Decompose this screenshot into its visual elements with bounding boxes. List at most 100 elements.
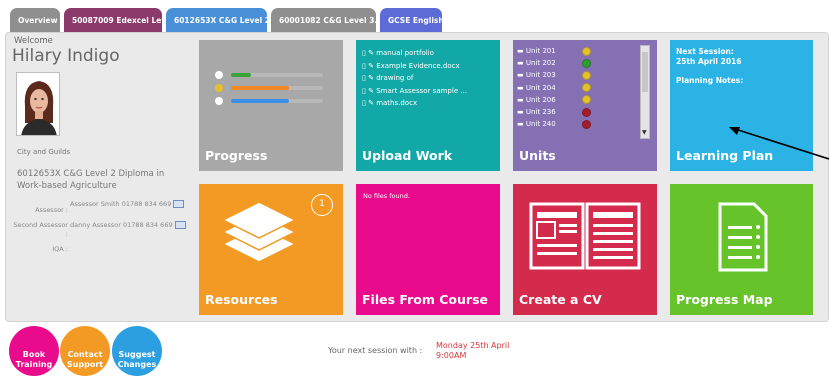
document-icon: ▯ <box>362 99 366 107</box>
unit-item[interactable]: ▬ Unit 236 <box>517 106 637 118</box>
second-assessor-value: danny Assessor 01788 834 669 <box>70 221 190 239</box>
resources-tile[interactable]: 1 Resources <box>199 184 343 315</box>
next-session-time: 9:00AM <box>436 351 467 360</box>
learner-photo <box>16 72 60 136</box>
upload-work-tile[interactable]: ▯ ✎ manual portfolio ▯ ✎ Example Evidenc… <box>356 40 500 171</box>
progress-tile[interactable]: Progress <box>199 40 343 171</box>
iqa-label: IQA : <box>52 245 68 253</box>
pencil-icon: ✎ <box>368 61 374 70</box>
pencil-icon: ✎ <box>368 49 374 57</box>
qualification-title: 6012653X C&G Level 2 Diploma in Work-bas… <box>17 169 165 191</box>
pencil-icon: ✎ <box>368 74 374 82</box>
file-item[interactable]: ▯ ✎ maths.docx <box>362 97 467 110</box>
book-training-button[interactable]: Book Training <box>9 326 59 376</box>
pencil-icon: ✎ <box>368 86 374 95</box>
status-dot-icon <box>582 58 591 68</box>
unit-item[interactable]: ▬ Unit 203 <box>517 69 637 81</box>
iqa-value <box>70 245 190 254</box>
status-dot-icon <box>582 95 591 105</box>
next-session-info: Next Session: 25th April 2016 Planning N… <box>676 47 743 86</box>
learner-name: Hilary Indigo <box>12 46 120 66</box>
unit-name: ▬ Unit 236 <box>517 108 556 117</box>
tab-gcse-english[interactable]: GCSE English <box>380 8 442 32</box>
progress-bars-icon <box>215 71 323 105</box>
progress-label: Progress <box>205 148 268 163</box>
arrow-annotation-icon <box>729 127 829 160</box>
files-from-course-tile[interactable]: No files found. Files From Course <box>356 184 500 315</box>
assessor-contact: Assessor Smith 01788 834 669 <box>70 200 172 208</box>
unit-item[interactable]: ▬ Unit 204 <box>517 82 637 94</box>
assessor-value: Assessor Smith 01788 834 669 <box>70 200 190 215</box>
unit-item[interactable]: ▬ Unit 240 <box>517 118 637 130</box>
tab-overview[interactable]: Overview <box>10 8 60 32</box>
next-session-text: Your next session with : <box>328 346 423 355</box>
next-session-day: Monday 25th April <box>436 341 510 350</box>
document-icon: ▯ <box>362 61 366 70</box>
next-session-label: Next Session: <box>676 47 734 56</box>
file-name: drawing of <box>376 74 414 82</box>
units-list: ▬ Unit 201 ▬ Unit 202 ▬ Unit 203 ▬ Unit … <box>517 45 637 130</box>
next-session-datetime: Monday 25th April 9:00AM <box>436 341 509 361</box>
tab-cg-level-3[interactable]: 60001082 C&G Level 3... <box>271 8 376 32</box>
assessor-details: Assessor : Assessor Smith 01788 834 669 … <box>10 200 190 260</box>
contact-support-button[interactable]: Contact Support <box>60 326 110 376</box>
file-name: manual portfolio <box>376 49 434 57</box>
create-cv-label: Create a CV <box>519 292 602 307</box>
planning-notes-label: Planning Notes: <box>676 76 744 85</box>
suggest-changes-button[interactable]: Suggest Changes <box>112 326 162 376</box>
file-item[interactable]: ▯ ✎ manual portfolio <box>362 47 467 60</box>
next-session-date: 25th April 2016 <box>676 57 742 66</box>
status-dot-icon <box>582 107 591 117</box>
cv-document-icon <box>529 202 641 270</box>
unit-item[interactable]: ▬ Unit 202 <box>517 57 637 69</box>
email-icon[interactable] <box>174 221 186 229</box>
units-scrollbar[interactable]: ▼ <box>640 45 650 139</box>
document-icon: ▯ <box>362 86 366 95</box>
unit-name: ▬ Unit 240 <box>517 120 556 129</box>
files-from-course-label: Files From Course <box>362 292 488 307</box>
second-assessor-label: Second Assessor : <box>13 221 68 238</box>
document-icon: ▯ <box>362 49 366 57</box>
file-item[interactable]: ▯ ✎ Example Evidence.docx <box>362 60 467 73</box>
status-dot-icon <box>582 71 591 80</box>
unit-name: ▬ Unit 203 <box>517 71 556 80</box>
tab-cg-level-2[interactable]: 6012653X C&G Level 2... <box>166 8 267 32</box>
iqa-row: IQA : <box>10 245 190 254</box>
unit-item[interactable]: ▬ Unit 201 <box>517 45 637 57</box>
upload-work-label: Upload Work <box>362 148 453 163</box>
awarding-body: City and Guilds <box>17 148 71 156</box>
unit-name: ▬ Unit 202 <box>517 59 556 68</box>
assessor-row: Assessor : Assessor Smith 01788 834 669 <box>10 200 190 215</box>
welcome-text: Welcome <box>14 36 53 46</box>
status-dot-icon <box>582 46 591 56</box>
progress-map-label: Progress Map <box>676 292 773 307</box>
unit-name: ▬ Unit 201 <box>517 47 556 55</box>
second-assessor-row: Second Assessor : danny Assessor 01788 8… <box>10 221 190 239</box>
tab-edexcel[interactable]: 50087009 Edexcel Lev... <box>64 8 162 32</box>
course-tabs: Overview 50087009 Edexcel Lev... 6012653… <box>10 8 442 32</box>
file-item[interactable]: ▯ ✎ drawing of <box>362 72 467 85</box>
units-tile[interactable]: ▬ Unit 201 ▬ Unit 202 ▬ Unit 203 ▬ Unit … <box>513 40 657 171</box>
unit-name: ▬ Unit 204 <box>517 83 556 92</box>
status-dot-icon <box>582 119 591 129</box>
units-label: Units <box>519 148 556 163</box>
unit-name: ▬ Unit 206 <box>517 95 556 104</box>
checklist-icon <box>718 202 768 272</box>
assessor-label: Assessor : <box>35 206 68 214</box>
progress-map-tile[interactable]: Progress Map <box>670 184 813 315</box>
file-item[interactable]: ▯ ✎ Smart Assessor sample ... <box>362 85 467 98</box>
scrollbar-thumb[interactable] <box>642 52 648 92</box>
portrait-image <box>17 73 59 135</box>
status-dot-icon <box>582 83 591 93</box>
file-name: maths.docx <box>376 99 418 107</box>
create-cv-tile[interactable]: Create a CV <box>513 184 657 315</box>
file-name: Example Evidence.docx <box>376 61 460 70</box>
scroll-down-icon[interactable]: ▼ <box>642 129 647 136</box>
unit-item[interactable]: ▬ Unit 206 <box>517 94 637 106</box>
file-name: Smart Assessor sample ... <box>376 86 468 95</box>
resources-label: Resources <box>205 292 278 307</box>
no-files-message: No files found. <box>363 192 410 200</box>
second-assessor-contact: danny Assessor 01788 834 669 <box>70 221 173 229</box>
resources-count-badge: 1 <box>311 194 333 216</box>
email-icon[interactable] <box>173 200 185 208</box>
